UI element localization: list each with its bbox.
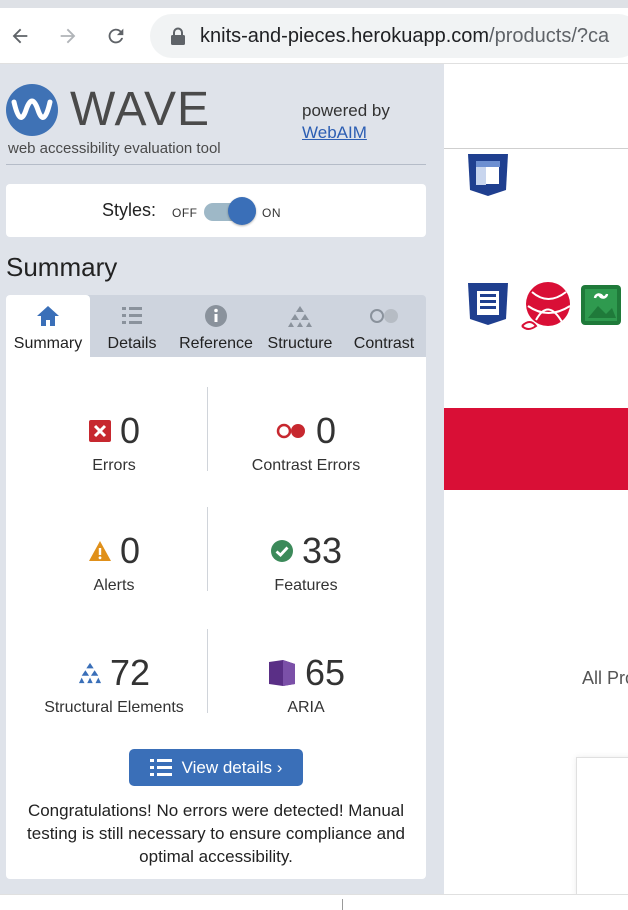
styles-toggle-knob[interactable] [228, 197, 256, 225]
tab-label: Reference [179, 335, 253, 352]
styles-off-label: OFF [172, 206, 198, 220]
alert-icon [88, 541, 111, 561]
arrow-left-icon [12, 28, 28, 44]
alerts-count: 0 [119, 530, 141, 571]
wave-logo-icon [6, 84, 58, 136]
tab-contrast[interactable]: Contrast [342, 295, 426, 357]
stat-errors[interactable]: 0 Errors [14, 411, 214, 475]
styles-on-label: ON [262, 206, 281, 220]
reload-button[interactable] [102, 22, 130, 50]
view-details-button[interactable]: View details › [129, 749, 303, 786]
contrast-error-icon [276, 423, 305, 439]
styles-toggle-box: Styles: OFF ON [6, 184, 426, 237]
tab-bar: Summary Details Reference Structure Cont… [6, 295, 426, 357]
check-circle-icon [270, 540, 293, 562]
arrow-right-icon [60, 28, 76, 44]
divider [444, 148, 628, 149]
product-card[interactable] [576, 757, 628, 897]
structural-count: 72 [109, 652, 151, 693]
page-content: All Pro [444, 64, 628, 897]
wave-tagline: web accessibility evaluation tool [8, 140, 221, 157]
stat-contrast-errors[interactable]: 0 Contrast Errors [206, 411, 406, 475]
tab-reference[interactable]: Reference [174, 295, 258, 357]
alerts-label: Alerts [93, 577, 135, 594]
hierarchy-icon [288, 306, 312, 327]
browser-toolbar: knits-and-pieces.herokuapp.com/products/… [0, 0, 628, 64]
tab-strip [0, 0, 628, 8]
hero-banner [444, 408, 628, 490]
divider [6, 164, 426, 165]
webaim-link[interactable]: WebAIM [302, 122, 390, 144]
powered-by-label: powered by [302, 101, 390, 120]
wave-panel: WAVE web accessibility evaluation tool p… [0, 64, 444, 894]
summary-heading: Summary [6, 252, 118, 282]
divider [342, 899, 343, 910]
list-icon [149, 758, 172, 776]
tab-structure[interactable]: Structure [258, 295, 342, 357]
structural-label: Structural Elements [44, 699, 184, 716]
features-count: 33 [301, 530, 343, 571]
status-bar [0, 894, 628, 910]
stat-aria[interactable]: 65 ARIA [206, 653, 406, 717]
forward-button[interactable] [54, 22, 82, 50]
congrats-message: Congratulations! No errors were detected… [27, 801, 405, 866]
view-details-label: View details › [181, 757, 283, 777]
stat-features[interactable]: 33 Features [206, 531, 406, 595]
lock-icon [171, 27, 185, 45]
reload-icon [108, 28, 124, 44]
all-products-heading: All Pro [582, 668, 628, 688]
styles-label: Styles: [102, 200, 157, 220]
stat-structural-elements[interactable]: 72 Structural Elements [14, 653, 214, 717]
wave-logo-text: WAVE [70, 83, 211, 136]
errors-label: Errors [92, 457, 136, 474]
address-bar[interactable]: knits-and-pieces.herokuapp.com/products/… [150, 14, 628, 58]
info-icon [205, 305, 227, 327]
aria-count: 65 [304, 652, 346, 693]
tab-label: Summary [13, 335, 83, 352]
structure-icon[interactable] [466, 152, 510, 198]
tab-summary[interactable]: Summary [6, 295, 90, 357]
list-icon [122, 307, 142, 324]
url-path: /products/?ca [489, 25, 610, 47]
contrast-errors-count: 0 [315, 410, 337, 451]
linked-image-icon[interactable] [580, 284, 622, 326]
url-text: knits-and-pieces.herokuapp.com/products/… [200, 23, 609, 49]
error-icon [88, 420, 111, 442]
aria-label: ARIA [287, 699, 325, 716]
stat-alerts[interactable]: 0 Alerts [14, 531, 214, 595]
contrast-icon [370, 309, 398, 323]
tab-label: Details [107, 335, 157, 352]
errors-count: 0 [119, 410, 141, 451]
tab-label: Structure [267, 335, 333, 352]
back-button[interactable] [6, 22, 34, 50]
url-host: knits-and-pieces.herokuapp.com [200, 25, 490, 47]
contrast-errors-label: Contrast Errors [251, 457, 361, 474]
powered-by: powered by WebAIM [302, 100, 390, 144]
tab-details[interactable]: Details [90, 295, 174, 357]
yarn-logo-icon[interactable] [518, 280, 574, 332]
hierarchy-icon [78, 662, 102, 684]
tab-label: Contrast [353, 335, 415, 352]
home-icon [37, 306, 59, 326]
aria-icon [268, 660, 295, 686]
summary-card: 0 Errors 0 Contrast Errors 0 Alerts 33 F… [6, 357, 426, 879]
features-label: Features [274, 577, 338, 594]
aria-structure-icon[interactable] [466, 281, 510, 327]
wave-logo: WAVE [6, 82, 246, 142]
